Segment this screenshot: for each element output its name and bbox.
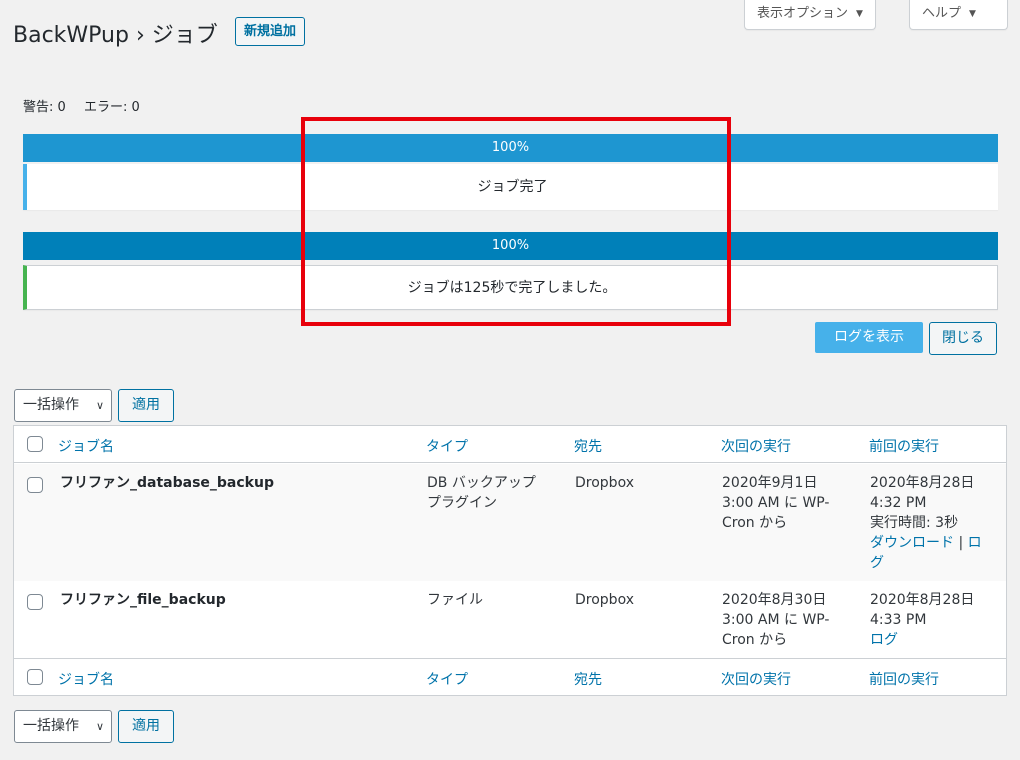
progress-percent: 100% xyxy=(491,140,530,155)
job-result-text: ジョブは125秒で完了しました。 xyxy=(407,280,617,296)
screen-options-button[interactable]: 表示オプション ▼ xyxy=(744,0,876,30)
column-destination[interactable]: 宛先 xyxy=(574,669,602,689)
job-destination: Dropbox xyxy=(575,592,634,608)
job-type-line: DB バックアップ xyxy=(427,475,536,491)
apply-button[interactable]: 適用 xyxy=(118,389,174,422)
job-name[interactable]: フリファン_file_backup xyxy=(60,590,226,610)
next-run-line: 2020年9月1日 xyxy=(722,475,818,491)
job-type-line: ファイル xyxy=(427,592,483,608)
last-run-line: 4:32 PM xyxy=(870,495,927,511)
last-run-line: 実行時間: 3秒 xyxy=(870,515,959,531)
close-button[interactable]: 閉じる xyxy=(929,322,997,355)
last-run-line: 2020年8月28日 xyxy=(870,592,975,608)
last-run-line: 2020年8月28日 xyxy=(870,475,975,491)
bulk-action-select[interactable]: 一括操作 ∨ xyxy=(14,389,112,422)
column-job-name[interactable]: ジョブ名 xyxy=(58,669,114,689)
next-run-line: 3:00 AM に WP- xyxy=(722,612,830,628)
row-checkbox[interactable] xyxy=(27,477,43,493)
log-link[interactable]: ロ xyxy=(968,535,982,551)
row-checkbox[interactable] xyxy=(27,594,43,610)
progress-bar-total: 100% xyxy=(23,232,998,260)
column-next-run[interactable]: 次回の実行 xyxy=(721,436,791,456)
add-new-button[interactable]: 新規追加 xyxy=(235,17,306,46)
job-destination: Dropbox xyxy=(575,475,634,491)
progress-bar-step: 100% xyxy=(23,134,998,162)
column-destination[interactable]: 宛先 xyxy=(574,436,602,456)
column-next-run[interactable]: 次回の実行 xyxy=(721,669,791,689)
job-last-run: 2020年8月28日 4:32 PM 実行時間: 3秒 ダウンロード | ロ グ xyxy=(870,473,982,573)
job-type: ファイル xyxy=(427,590,483,610)
log-link-continued[interactable]: グ xyxy=(870,555,884,571)
log-link[interactable]: ログ xyxy=(870,632,898,648)
screen-options-label: 表示オプション xyxy=(757,6,849,21)
progress-percent: 100% xyxy=(491,238,530,253)
error-count: エラー: 0 xyxy=(83,100,140,115)
job-last-run: 2020年8月28日 4:33 PM ログ xyxy=(870,590,974,650)
job-status-message: ジョブ完了 xyxy=(23,164,998,210)
page-title: BackWPup › ジョブ xyxy=(13,23,218,48)
show-log-button[interactable]: ログを表示 xyxy=(815,322,923,353)
bulk-action-select[interactable]: 一括操作 ∨ xyxy=(14,710,112,743)
next-run-line: 3:00 AM に WP- xyxy=(722,495,830,511)
next-run-line: Cron から xyxy=(722,515,788,531)
job-status-text: ジョブ完了 xyxy=(477,179,548,195)
chevron-down-icon: ∨ xyxy=(95,399,104,412)
next-run-line: Cron から xyxy=(722,632,788,648)
help-button[interactable]: ヘルプ ▼ xyxy=(909,0,1008,30)
next-run-line: 2020年8月30日 xyxy=(722,592,827,608)
job-next-run: 2020年8月30日 3:00 AM に WP- Cron から xyxy=(722,590,829,650)
table-header: ジョブ名 タイプ 宛先 次回の実行 前回の実行 xyxy=(14,426,1006,463)
bulk-action-label: 一括操作 xyxy=(23,718,79,734)
job-type: DB バックアップ プラグイン xyxy=(427,473,536,513)
link-separator: | xyxy=(954,535,968,551)
column-type[interactable]: タイプ xyxy=(426,669,468,689)
job-result-message: ジョブは125秒で完了しました。 xyxy=(23,265,998,310)
table-footer: ジョブ名 タイプ 宛先 次回の実行 前回の実行 xyxy=(14,658,1006,696)
table-row: フリファン_database_backup DB バックアップ プラグイン Dr… xyxy=(14,464,1006,581)
last-run-line: 4:33 PM xyxy=(870,612,927,628)
chevron-down-icon: ∨ xyxy=(95,720,104,733)
select-all-checkbox[interactable] xyxy=(27,669,43,685)
jobs-table: ジョブ名 タイプ 宛先 次回の実行 前回の実行 フリファン_database_b… xyxy=(13,425,1007,696)
column-type[interactable]: タイプ xyxy=(426,436,468,456)
download-link[interactable]: ダウンロード xyxy=(870,535,954,551)
job-next-run: 2020年9月1日 3:00 AM に WP- Cron から xyxy=(722,473,829,533)
column-job-name[interactable]: ジョブ名 xyxy=(58,436,114,456)
bulk-action-label: 一括操作 xyxy=(23,397,79,413)
table-row: フリファン_file_backup ファイル Dropbox 2020年8月30… xyxy=(14,581,1006,658)
help-label: ヘルプ xyxy=(922,6,962,21)
select-all-checkbox[interactable] xyxy=(27,436,43,452)
column-last-run[interactable]: 前回の実行 xyxy=(869,436,939,456)
job-type-line: プラグイン xyxy=(427,495,497,511)
warning-count: 警告: 0 xyxy=(23,100,66,115)
triangle-down-icon: ▼ xyxy=(856,9,863,19)
column-last-run[interactable]: 前回の実行 xyxy=(869,669,939,689)
job-name[interactable]: フリファン_database_backup xyxy=(60,473,274,493)
triangle-down-icon: ▼ xyxy=(969,9,976,19)
apply-button[interactable]: 適用 xyxy=(118,710,174,743)
warning-error-counts: 警告: 0 エラー: 0 xyxy=(23,96,154,115)
